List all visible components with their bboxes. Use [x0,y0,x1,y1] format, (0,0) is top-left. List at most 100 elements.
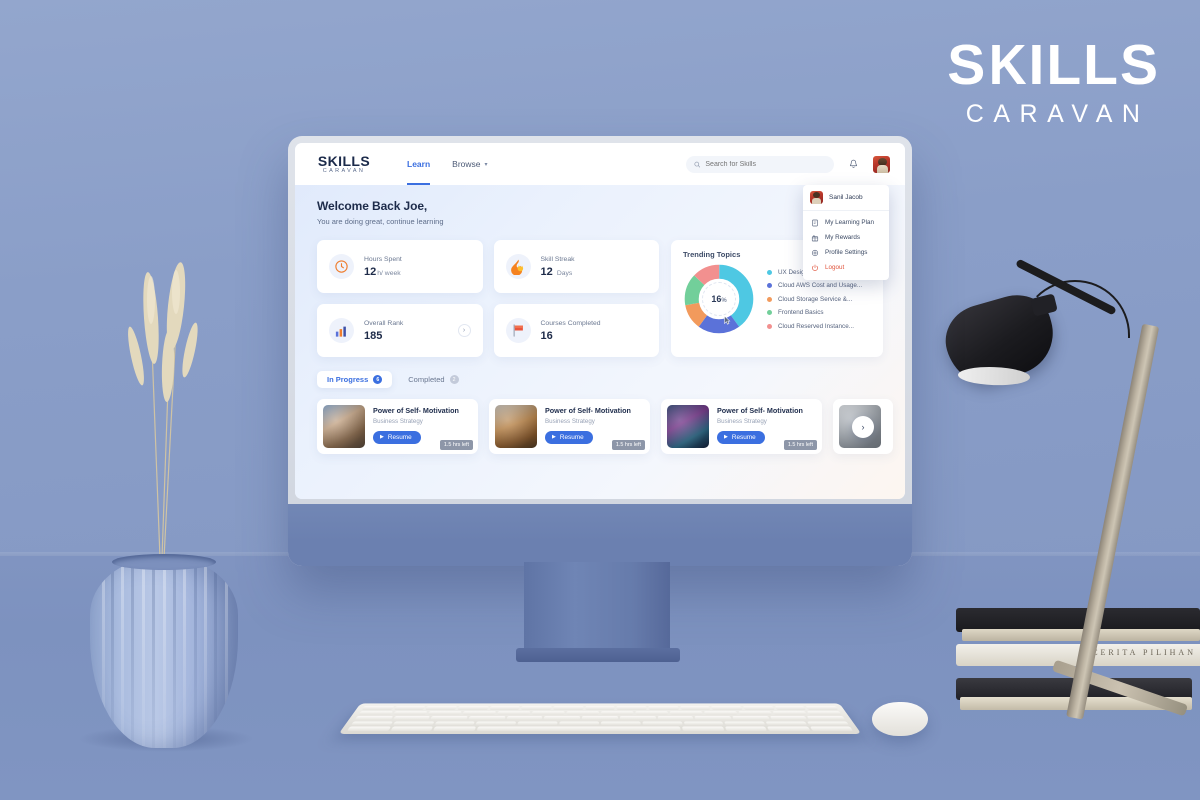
pampas-grass-icon [128,262,198,558]
resume-label: Resume [559,433,584,441]
profile-dropdown-menu: Sanil Jacob My Learning Plan My Rewards … [803,185,889,280]
desk-scene: SKILLS CARAVAN CERITA PILIHAN SKILLS CAR… [0,0,1200,800]
main-nav: Learn Browse ▾ [407,143,488,185]
course-category: Business Strategy [545,417,595,425]
donut-chart[interactable]: 16% [683,263,755,335]
tab-label-in-progress: In Progress [327,375,369,384]
app-logo-line2: CARAVAN [322,167,366,174]
dropdown-label-my-learning-plan: My Learning Plan [825,219,875,226]
nav-label-learn: Learn [407,159,431,169]
nav-item-learn[interactable]: Learn [407,143,431,185]
stat-value-skill-streak: 12 [540,265,553,278]
legend-label: Cloud AWS Cost and Usage... [778,282,863,289]
header-actions [686,154,891,174]
tab-badge-in-progress: 6 [373,375,383,384]
page-subtitle: You are doing great, continue learning [317,217,444,226]
course-card[interactable]: Power of Self- Motivation Business Strat… [489,399,650,454]
app-logo[interactable]: SKILLS CARAVAN [309,154,379,175]
dropdown-label-logout: Logout [825,264,845,271]
brand-line2: CARAVAN [965,100,1150,129]
app-header: SKILLS CARAVAN Learn Browse ▾ [295,143,905,185]
legend-item-cloud-storage: Cloud Storage Service &... [767,296,862,303]
stat-card-skill-streak[interactable]: Skill Streak 12 Days [493,240,659,293]
course-thumbnail [495,405,537,448]
dashboard-row: Hours Spent 12h/ week Skill Streak 12 Da… [317,240,883,357]
course-tabs: In Progress 6 Completed 2 [317,371,883,388]
dropdown-item-profile-settings[interactable]: Profile Settings [803,245,889,260]
course-card[interactable]: Power of Self- Motivation Business Strat… [661,399,822,454]
resume-button[interactable]: ▶ Resume [545,430,593,444]
dropdown-item-my-rewards[interactable]: My Rewards [803,230,889,245]
tab-label-completed: Completed [408,375,445,384]
stat-value-hours-spent: 12 [364,265,377,278]
stat-unit-hours-spent: h/ week [377,269,401,277]
legend-dot [767,323,772,329]
course-thumbnail [667,405,709,448]
time-left-badge: 1.5 hrs left [439,440,473,450]
course-title: Power of Self- Motivation [373,406,459,415]
play-icon: ▶ [380,434,384,440]
course-list: Power of Self- Motivation Business Strat… [317,399,893,454]
dropdown-user-row[interactable]: Sanil Jacob [803,185,889,211]
course-card[interactable]: Power of Self- Motivation Business Strat… [317,399,478,454]
course-thumbnail [323,405,365,448]
chevron-down-icon: ▾ [484,161,488,168]
search-input[interactable] [705,160,826,168]
desk-lamp [937,258,1189,720]
tab-in-progress[interactable]: In Progress 6 [317,371,393,388]
chevron-right-icon[interactable]: › [457,324,471,337]
legend-label: Frontend Basics [778,309,824,316]
stat-cards: Hours Spent 12h/ week Skill Streak 12 Da… [317,240,659,357]
legend-dot [767,296,772,302]
tab-completed[interactable]: Completed 2 [398,371,468,388]
flag-icon [505,318,531,343]
donut-center-label: 16% [702,282,736,316]
course-category: Business Strategy [717,417,767,425]
carousel-next-button[interactable]: › [852,415,874,438]
stat-card-courses-completed[interactable]: Courses Completed 16 [493,304,659,357]
keyboard[interactable] [338,703,862,734]
course-title: Power of Self- Motivation [717,406,803,415]
resume-label: Resume [731,433,756,441]
gear-icon [811,249,819,257]
stat-label-courses-completed: Courses Completed [540,319,601,327]
play-icon: ▶ [724,434,728,440]
play-icon: ▶ [552,434,556,440]
legend-dot [767,310,772,315]
stat-label-overall-rank: Overall Rank [364,319,404,327]
donut-center-unit: % [721,298,727,304]
brand-line1: SKILLS [947,33,1160,97]
search-box[interactable] [686,155,834,173]
vase-ribs [90,558,238,748]
nav-item-browse[interactable]: Browse ▾ [452,143,487,185]
imac-monitor: SKILLS CARAVAN Learn Browse ▾ Search for… [288,136,912,662]
nav-label-browse: Browse [452,159,481,169]
course-category: Business Strategy [373,417,423,425]
dropdown-item-logout[interactable]: Logout [803,260,889,275]
legend-label: Cloud Storage Service &... [778,295,853,303]
stat-value-overall-rank: 185 [364,329,383,342]
dropdown-item-my-learning-plan[interactable]: My Learning Plan [803,215,889,230]
bell-icon [849,159,857,168]
imac-chin [288,504,912,566]
legend-dot [767,269,772,275]
welcome-block: Welcome Back Joe, You are doing great, c… [317,199,883,226]
gift-icon [811,234,819,242]
dropdown-label-my-rewards: My Rewards [825,234,860,241]
time-left-badge: 1.5 hrs left [783,440,817,450]
notifications-button[interactable] [845,156,861,172]
mouse[interactable] [872,702,928,736]
donut-center-value: 16 [711,294,722,304]
resume-button[interactable]: ▶ Resume [717,430,765,444]
stat-card-overall-rank[interactable]: Overall Rank 185 › [317,304,483,357]
stat-card-hours-spent[interactable]: Hours Spent 12h/ week [317,240,483,293]
dropdown-user-name: Sanil Jacob [829,194,863,201]
screen: SKILLS CARAVAN Learn Browse ▾ Search for… [295,143,905,499]
tab-badge-completed: 2 [449,375,459,384]
resume-button[interactable]: ▶ Resume [373,430,421,444]
user-avatar[interactable] [872,154,891,174]
power-icon [811,264,819,272]
stat-label-hours-spent: Hours Spent [364,255,402,263]
lamp-pole [1066,323,1160,720]
course-card-partial[interactable]: › [833,399,893,454]
